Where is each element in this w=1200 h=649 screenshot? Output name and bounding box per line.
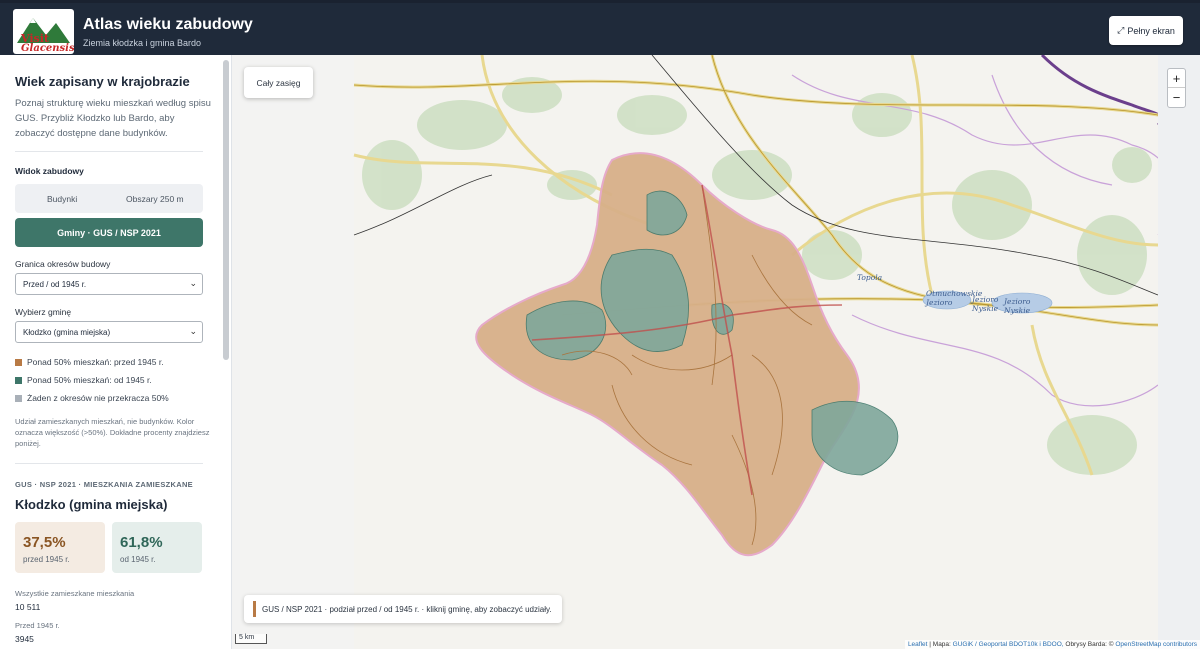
map-attribution: Leaflet | Mapa: GUGiK / Geoportal BDOT10…: [904, 640, 1200, 649]
map-canvas: [353, 55, 1200, 649]
zoom-control: + −: [1167, 68, 1186, 108]
bdot-link[interactable]: BDOT10k i BDOO,: [1009, 641, 1064, 648]
stat-card-before: 37,5% przed 1945 r.: [15, 522, 105, 573]
fullscreen-label: Pełny ekran: [1127, 25, 1175, 36]
app-header: Visit Glacensis Atlas wieku zabudowy Zie…: [0, 0, 1200, 55]
view-buildings-button[interactable]: Budynki: [47, 194, 77, 204]
attribution-text: Obrysy Barda: ©: [1065, 641, 1114, 648]
sidebar-intro: Poznaj strukturę wieku mieszkań według s…: [15, 98, 211, 139]
view-areas-button[interactable]: Obszary 250 m: [126, 194, 184, 204]
app-title: Atlas wieku zabudowy: [83, 16, 253, 33]
visit-glacensis-logo[interactable]: Visit Glacensis: [13, 9, 74, 54]
fullscreen-button[interactable]: ⤢ Pełny ekran: [1109, 16, 1183, 45]
stat-after-label: od 1945 r.: [120, 555, 156, 564]
gmina-select-value: Kłodzko (gmina miejska): [23, 328, 111, 337]
gmina-label: Wybierz gminę: [15, 307, 72, 317]
period-label: Granica okresów budowy: [15, 259, 111, 269]
stat-card-after: 61,8% od 1945 r.: [112, 522, 202, 573]
gmina-select[interactable]: Kłodzko (gmina miejska) ⌄: [15, 321, 203, 343]
svg-text:Glacensis: Glacensis: [21, 43, 74, 54]
osm-link[interactable]: OpenStreetMap contributors: [1115, 641, 1197, 648]
legend-item-before: Ponad 50% mieszkań: przed 1945 r.: [15, 357, 164, 367]
swatch-before: [15, 358, 22, 366]
gugik-link[interactable]: GUGiK / Geoportal: [953, 641, 1008, 648]
info-accent-bar: [253, 601, 256, 617]
leaflet-link[interactable]: Leaflet: [908, 641, 928, 648]
sidebar-scrollbar[interactable]: [223, 60, 229, 360]
stats-kicker: GUS · NSP 2021 · MIESZKANIA ZAMIESZKANE: [15, 480, 193, 489]
view-section-title: Widok zabudowy: [15, 166, 84, 176]
place-label-otmuchowskie: Otmuchowskie Jezioro: [926, 289, 983, 307]
total-value: 10 511: [15, 602, 41, 612]
attribution-text: | Mapa:: [929, 641, 951, 648]
legend-item-none: Żaden z okresów nie przekracza 50%: [15, 393, 169, 403]
map-info-text: GUS / NSP 2021 · podział przed / od 1945…: [262, 604, 552, 614]
legend-label: Ponad 50% mieszkań: przed 1945 r.: [27, 357, 164, 367]
before-value: 3945: [15, 634, 34, 644]
sidebar-heading: Wiek zapisany w krajobrazie: [15, 74, 190, 89]
stat-before-value: 37,5%: [23, 534, 66, 551]
swatch-none: [15, 394, 22, 402]
view-segmented-control: Budynki Obszary 250 m: [15, 184, 203, 213]
before-label: Przed 1945 r.: [15, 621, 60, 630]
stat-after-value: 61,8%: [120, 534, 163, 551]
place-label-jezioro-nyskie-2: Jezioro Nyskie: [1004, 297, 1031, 315]
total-label: Wszystkie zamieszkane mieszkania: [15, 589, 135, 598]
map-info-box: GUS / NSP 2021 · podział przed / od 1945…: [244, 595, 562, 623]
chevron-down-icon: ⌄: [189, 326, 197, 336]
legend-note: Udział zamieszkanych mieszkań, nie budyn…: [15, 417, 210, 448]
divider: [15, 151, 203, 152]
legend-label: Żaden z okresów nie przekracza 50%: [27, 393, 169, 403]
period-select[interactable]: Przed / od 1945 r. ⌄: [15, 273, 203, 295]
place-label-jezioro-nyskie-1: Jezioro Nyskie: [972, 295, 999, 313]
view-gminy-button[interactable]: Gminy · GUS / NSP 2021: [15, 218, 203, 247]
chevron-down-icon: ⌄: [189, 278, 197, 288]
legend-item-after: Ponad 50% mieszkań: od 1945 r.: [15, 375, 152, 385]
legend-label: Ponad 50% mieszkań: od 1945 r.: [27, 375, 152, 385]
full-extent-button[interactable]: Cały zasięg: [244, 67, 313, 98]
stat-before-label: przed 1945 r.: [23, 555, 70, 564]
divider: [15, 463, 203, 464]
map-scale: 5 km: [235, 634, 267, 644]
expand-icon: ⤢: [1117, 25, 1125, 35]
place-label-topola: Topola: [857, 273, 883, 282]
zoom-out-button[interactable]: −: [1168, 88, 1185, 107]
zoom-in-button[interactable]: +: [1168, 69, 1185, 88]
stats-title: Kłodzko (gmina miejska): [15, 497, 168, 512]
period-select-value: Przed / od 1945 r.: [23, 280, 87, 289]
app-subtitle: Ziemia kłodzka i gmina Bardo: [83, 38, 202, 48]
swatch-after: [15, 376, 22, 384]
map-view[interactable]: Cały zasięg + − Topola Otmuchowskie Jezi…: [232, 55, 1200, 649]
